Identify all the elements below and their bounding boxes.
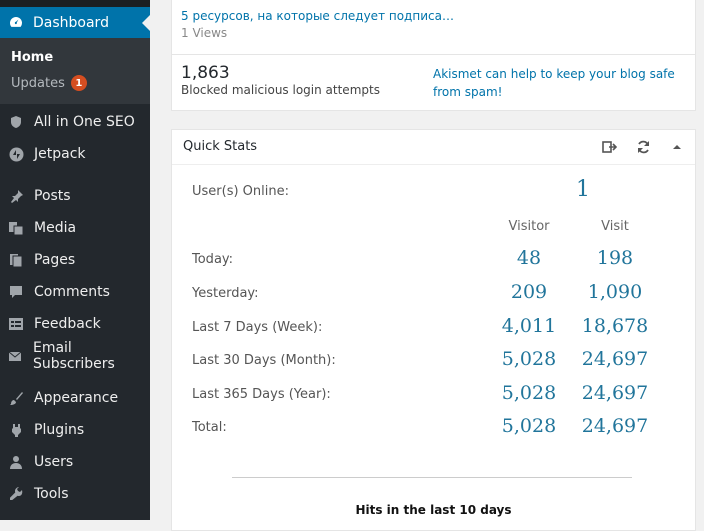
collapse-arrow-icon[interactable]	[672, 140, 686, 154]
sidebar-item-dashboard[interactable]: Dashboard	[0, 7, 150, 38]
users-online-value: 1	[576, 177, 590, 202]
sidebar-item-jetpack[interactable]: Jetpack	[0, 139, 150, 169]
users-icon	[8, 454, 24, 470]
quick-stats-header: Quick Stats	[172, 130, 695, 165]
sidebar-item-email-subscribers[interactable]: Email Subscribers	[0, 340, 150, 372]
sidebar-item-label: Dashboard	[33, 14, 109, 31]
sidebar-item-label: Tools	[34, 486, 69, 502]
submenu-updates[interactable]: Updates 1	[11, 75, 87, 91]
stat-visit-value: 24,697	[581, 348, 649, 370]
sidebar-item-comments[interactable]: Comments	[0, 277, 150, 307]
stat-visit-value: 198	[596, 247, 634, 269]
refresh-icon[interactable]	[636, 140, 650, 154]
pages-icon	[8, 252, 24, 268]
stat-row-label: Last 30 Days (Month):	[192, 353, 336, 368]
security-widget: 1,863 Blocked malicious login attempts A…	[171, 54, 696, 111]
post-link[interactable]: 5 ресурсов, на которые следует подписа…	[181, 9, 454, 23]
stat-visit-value: 24,697	[581, 382, 649, 404]
jetpack-icon	[8, 146, 24, 162]
sidebar-item-label: Posts	[34, 188, 71, 204]
blocked-attempts-label: Blocked malicious login attempts	[181, 83, 380, 97]
sidebar-item-pages[interactable]: Pages	[0, 245, 150, 275]
stat-row-label: Last 7 Days (Week):	[192, 320, 323, 335]
active-menu-arrow	[142, 15, 150, 31]
sidebar-item-posts[interactable]: Posts	[0, 181, 150, 211]
stat-row-label: Yesterday:	[192, 286, 259, 301]
blocked-attempts-count: 1,863	[181, 63, 230, 83]
sidebar-item-label: Plugins	[34, 422, 85, 438]
sidebar-item-label: Feedback	[34, 316, 101, 332]
sidebar-item-tools[interactable]: Tools	[0, 479, 150, 509]
sidebar-item-label: Users	[34, 454, 74, 470]
stat-row-label: Today:	[192, 252, 234, 267]
plugin-icon	[8, 422, 24, 438]
sidebar-item-label: All in One SEO	[34, 114, 135, 130]
sidebar-item-media[interactable]: Media	[0, 213, 150, 243]
sidebar-item-label: Appearance	[34, 390, 119, 406]
admin-sidebar: Dashboard Home Updates 1 All in One SEO …	[0, 0, 150, 520]
dashboard-submenu: Home Updates 1	[0, 38, 150, 104]
sidebar-item-label: Comments	[34, 284, 110, 300]
sidebar-item-appearance[interactable]: Appearance	[0, 383, 150, 413]
comment-icon	[8, 284, 24, 300]
paintbrush-icon	[8, 390, 24, 406]
submenu-home[interactable]: Home	[11, 50, 53, 65]
dashboard-icon	[9, 16, 23, 30]
sidebar-item-label: Pages	[34, 252, 76, 268]
hits-chart-title: Hits in the last 10 days	[355, 503, 512, 517]
quick-stats-title: Quick Stats	[183, 139, 258, 154]
shield-icon	[8, 114, 24, 130]
quick-stats-widget: Quick Stats User(s) Online: 1 Visitor Vi…	[171, 129, 696, 531]
top-posts-widget: 5 ресурсов, на которые следует подписа… …	[171, 0, 696, 55]
media-icon	[8, 220, 24, 236]
export-icon[interactable]	[602, 140, 618, 154]
submenu-updates-label: Updates	[11, 75, 65, 91]
stat-visit-value: 1,090	[587, 281, 643, 303]
akismet-link[interactable]: Akismet can help to keep your blog safe …	[433, 65, 683, 101]
sidebar-item-label: Media	[34, 220, 77, 236]
section-divider	[232, 477, 632, 478]
stat-visit-value: 24,697	[581, 415, 649, 437]
stat-row-label: Total:	[192, 420, 227, 435]
column-header-visit: Visit	[601, 219, 629, 234]
sidebar-item-all-in-one-seo[interactable]: All in One SEO	[0, 107, 150, 137]
post-views: 1 Views	[181, 26, 228, 40]
stat-visit-value: 18,678	[581, 315, 649, 337]
pin-icon	[8, 188, 24, 204]
sidebar-item-label: Email Subscribers	[32, 340, 115, 372]
feedback-icon	[8, 316, 24, 332]
sidebar-item-plugins[interactable]: Plugins	[0, 415, 150, 445]
sidebar-top-strip	[0, 0, 150, 7]
sidebar-item-feedback[interactable]: Feedback	[0, 309, 150, 339]
sidebar-item-users[interactable]: Users	[0, 447, 150, 477]
wrench-icon	[8, 486, 24, 502]
email-icon	[8, 348, 23, 364]
update-count-badge: 1	[70, 75, 87, 91]
stat-row-label: Last 365 Days (Year):	[192, 387, 331, 402]
users-online-label: User(s) Online:	[192, 184, 289, 199]
sidebar-item-label: Jetpack	[34, 146, 86, 162]
